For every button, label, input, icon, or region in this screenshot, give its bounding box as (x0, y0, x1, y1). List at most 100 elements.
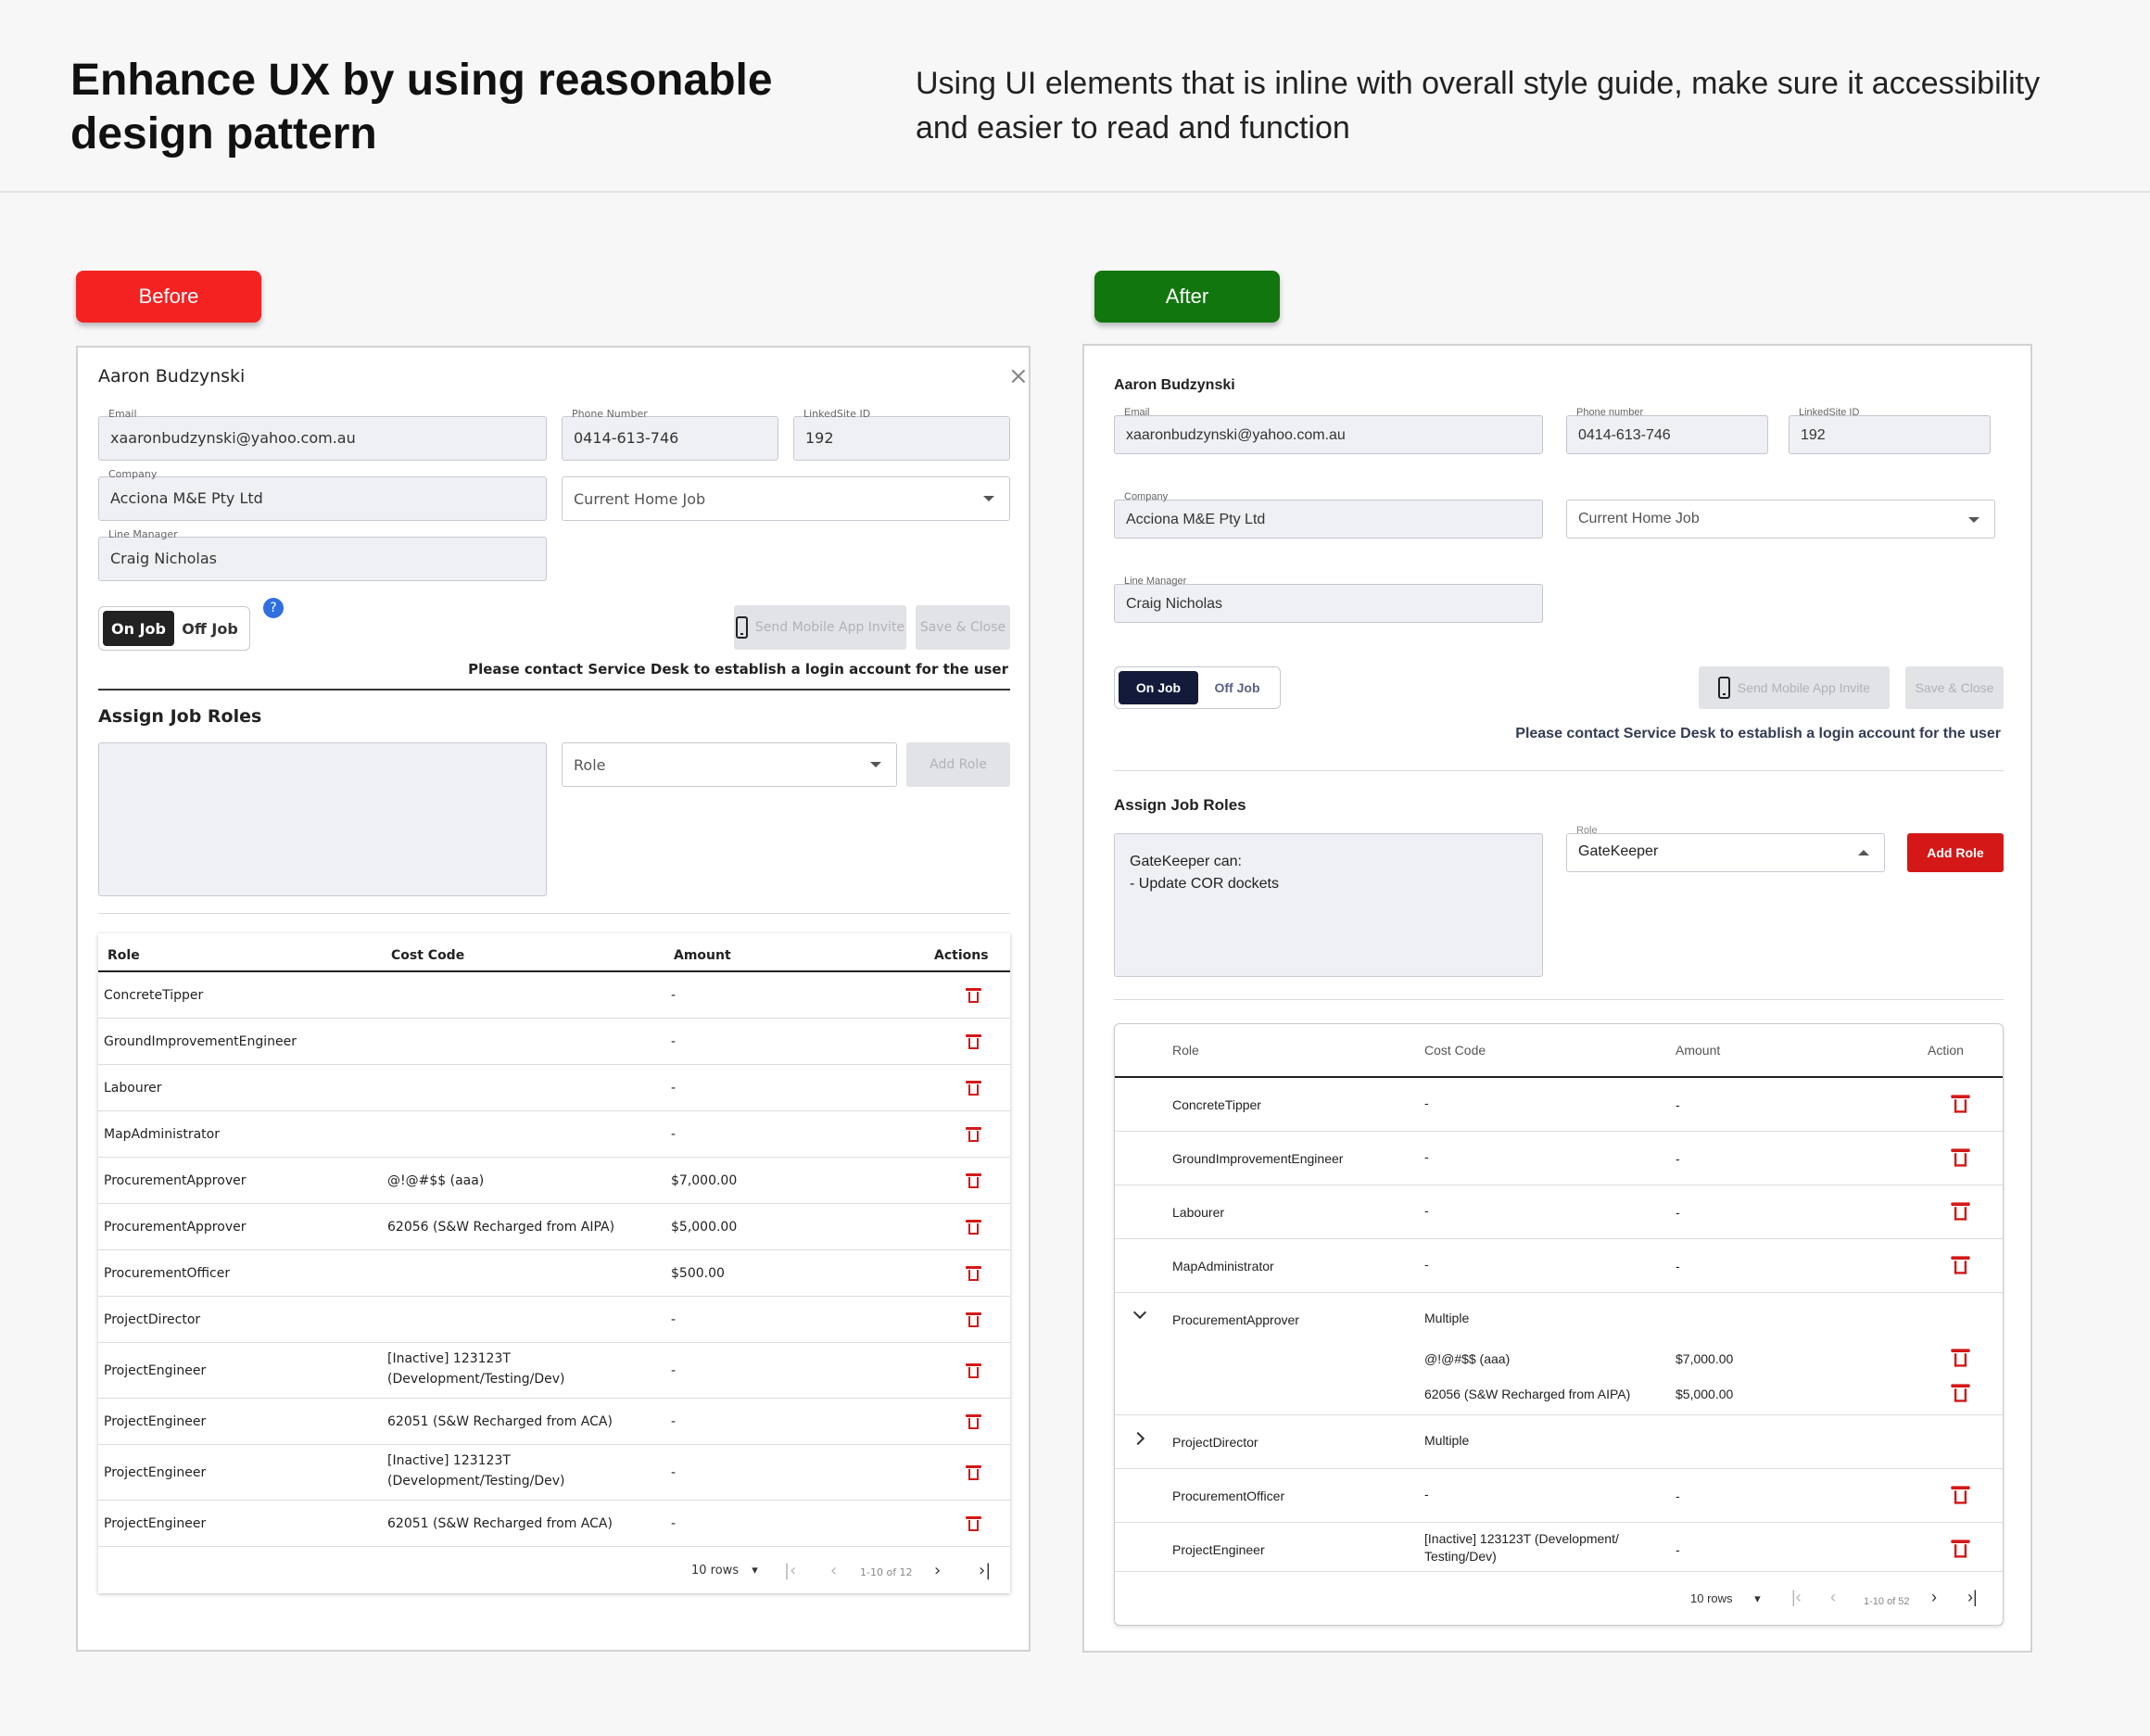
last-page-icon[interactable]: ›| (979, 1563, 991, 1579)
company-field[interactable]: Company Acciona M&E Pty Ltd (98, 468, 547, 521)
role-cell: ProjectEngineer (104, 1363, 207, 1378)
col-header-amount[interactable]: Amount (674, 948, 731, 963)
role-select[interactable]: Role GateKeeper (1566, 825, 1885, 872)
amount-cell: - (671, 1312, 677, 1327)
delete-icon[interactable] (966, 1220, 981, 1235)
company-label: Company (108, 468, 158, 480)
delete-icon[interactable] (966, 1414, 981, 1429)
toggle-on-job[interactable]: On Job (1119, 671, 1198, 704)
chevron-right-icon[interactable] (1131, 1431, 1145, 1446)
delete-icon[interactable] (966, 1465, 981, 1480)
delete-icon[interactable] (966, 1173, 981, 1188)
add-role-button[interactable]: Add Role (906, 742, 1010, 787)
role-select-label: Role (1576, 825, 1598, 836)
linkedsite-field[interactable]: LinkedSite ID 192 (793, 408, 1010, 461)
last-page-icon[interactable]: ›| (1967, 1589, 1978, 1605)
close-icon[interactable]: × (1008, 364, 1029, 388)
before-panel: Aaron Budzynski × Email xaaronbudzynski@… (76, 346, 1031, 1652)
linkedsite-field[interactable]: LinkedSite ID 192 (1789, 407, 1991, 454)
amount-cell: - (1676, 1542, 1680, 1557)
prev-page-icon[interactable]: ‹ (830, 1563, 837, 1579)
cost-code-cell: [Inactive] 123123T (Development/Testing/… (387, 1453, 565, 1489)
role-cell: Labourer (1172, 1205, 1225, 1220)
delete-icon[interactable] (966, 1312, 981, 1327)
role-cell: ProjectEngineer (104, 1516, 207, 1531)
home-job-select[interactable]: Current Home Job (1566, 500, 1995, 539)
before-tag: Before (76, 271, 261, 323)
toggle-off-job[interactable]: Off Job (174, 611, 246, 646)
line-manager-value: Craig Nicholas (110, 550, 217, 567)
phone-field[interactable]: Phone Number 0414-613-746 (562, 408, 778, 461)
phone-value: 0414-613-746 (574, 429, 679, 447)
cost-code-cell: @!@#$$ (aaa) (1424, 1351, 1511, 1366)
amount-cell: $7,000.00 (1676, 1351, 1734, 1366)
job-status-toggle[interactable]: On Job Off Job (98, 606, 250, 651)
col-header-cost-code[interactable]: Cost Code (391, 948, 464, 963)
first-page-icon[interactable]: |‹ (784, 1563, 796, 1579)
delete-icon[interactable] (1951, 1202, 1970, 1221)
home-job-select[interactable]: Current Home Job (562, 476, 1010, 521)
mobile-phone-icon (735, 616, 748, 639)
chevron-up-icon (1858, 850, 1869, 855)
amount-cell: $5,000.00 (1676, 1387, 1734, 1401)
delete-icon[interactable] (966, 1266, 981, 1281)
next-page-icon[interactable]: › (934, 1563, 941, 1579)
phone-field[interactable]: Phone number 0414-613-746 (1566, 407, 1768, 454)
line-manager-value: Craig Nicholas (1126, 596, 1223, 612)
delete-icon[interactable] (966, 1034, 981, 1049)
line-manager-field[interactable]: Line Manager Craig Nicholas (1114, 576, 1543, 623)
role-select[interactable]: Role (562, 742, 897, 787)
add-role-button[interactable]: Add Role (1907, 833, 2004, 872)
table-row: GroundImprovementEngineer - - (1115, 1132, 2003, 1185)
job-status-toggle[interactable]: On Job Off Job (1114, 666, 1281, 709)
table-row: ProcurementApprover @!@#$$ (aaa) $7,000.00 (98, 1158, 1010, 1204)
col-header-role[interactable]: Role (108, 948, 140, 963)
company-value: Acciona M&E Pty Ltd (1126, 512, 1266, 527)
rows-per-page[interactable]: 10 rows ▾ (1690, 1591, 1761, 1606)
linkedsite-label: LinkedSite ID (1799, 407, 1860, 418)
email-value: xaaronbudzynski@yahoo.com.au (110, 429, 356, 447)
delete-icon[interactable] (1951, 1148, 1970, 1167)
amount-cell: - (671, 1081, 677, 1096)
help-icon[interactable]: ? (263, 598, 284, 618)
role-cell: GroundImprovementEngineer (1172, 1151, 1344, 1166)
email-field[interactable]: Email xaaronbudzynski@yahoo.com.au (98, 408, 547, 461)
toggle-on-job[interactable]: On Job (103, 611, 174, 646)
delete-icon[interactable] (1951, 1540, 1970, 1558)
delete-icon[interactable] (1951, 1095, 1970, 1113)
save-close-button[interactable]: Save & Close (916, 605, 1010, 650)
role-description-text: GateKeeper can: - Update COR dockets (1130, 854, 1279, 892)
table-row: Labourer - - (1115, 1185, 2003, 1239)
send-invite-button[interactable]: Send Mobile App Invite (734, 605, 906, 650)
company-field[interactable]: Company Acciona M&E Pty Ltd (1114, 491, 1543, 539)
send-invite-button[interactable]: Send Mobile App Invite (1699, 666, 1890, 709)
prev-page-icon[interactable]: ‹ (1830, 1589, 1836, 1605)
first-page-icon[interactable]: |‹ (1791, 1589, 1802, 1605)
rows-per-page[interactable]: 10 rows ▾ (691, 1564, 758, 1578)
delete-icon[interactable] (1951, 1256, 1970, 1274)
table-row[interactable]: ProjectDirector Multiple (1115, 1415, 2003, 1469)
chevron-down-icon[interactable] (1132, 1305, 1147, 1320)
toggle-off-job[interactable]: Off Job (1198, 671, 1276, 704)
delete-icon[interactable] (966, 1363, 981, 1378)
delete-icon[interactable] (1951, 1384, 1970, 1402)
chevron-down-icon (870, 762, 881, 767)
line-manager-field[interactable]: Line Manager Craig Nicholas (98, 528, 547, 581)
role-cell: ConcreteTipper (104, 988, 204, 1003)
delete-icon[interactable] (1951, 1349, 1970, 1367)
save-close-button[interactable]: Save & Close (1905, 666, 2004, 709)
delete-icon[interactable] (966, 988, 981, 1003)
amount-cell: - (671, 1363, 677, 1378)
email-field[interactable]: Email xaaronbudzynski@yahoo.com.au (1114, 407, 1543, 454)
line-manager-label: Line Manager (1124, 576, 1187, 587)
next-page-icon[interactable]: › (1931, 1589, 1937, 1605)
role-cell: ProjectDirector (104, 1312, 201, 1327)
delete-icon[interactable] (966, 1127, 981, 1142)
delete-icon[interactable] (966, 1081, 981, 1096)
delete-icon[interactable] (966, 1516, 981, 1531)
divider (1114, 770, 2004, 771)
delete-icon[interactable] (1951, 1486, 1970, 1504)
table-row[interactable]: ProcurementApprover Multiple @!@#$$ (aaa) $… (1115, 1293, 2003, 1415)
cost-code-cell: - (1424, 1149, 1429, 1164)
user-name: Aaron Budzynski (1114, 377, 1235, 393)
